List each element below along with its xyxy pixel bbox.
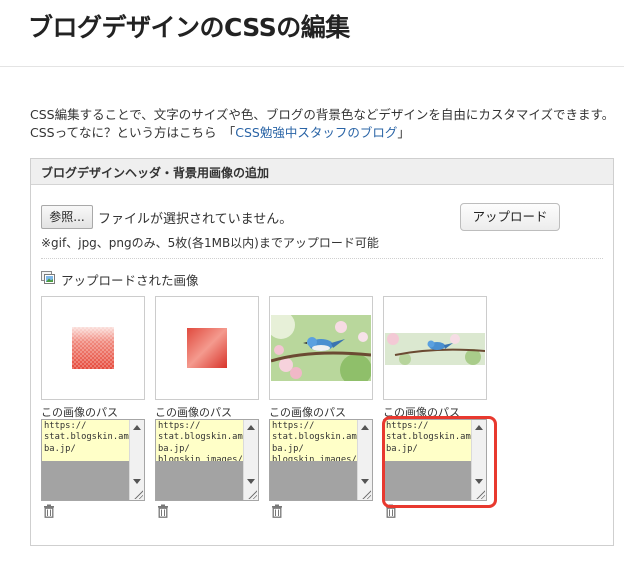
image-path-field-3[interactable]: https:// stat.blogskin.ame ba.jp/ blogsk…	[269, 419, 373, 501]
bird-on-blossom-image	[271, 315, 371, 381]
description-line-1: CSS編集することで、文字のサイズや色、ブログの背景色などデザインを自由にカスタ…	[30, 107, 615, 122]
scroll-down-arrow-icon[interactable]	[247, 479, 255, 484]
bird-wide-banner-image	[385, 333, 485, 365]
image-path-text-1: https:// stat.blogskin.ame ba.jp/	[44, 421, 135, 454]
uploaded-image-4[interactable]	[383, 296, 487, 400]
scroll-down-arrow-icon[interactable]	[133, 479, 141, 484]
scroll-up-arrow-icon[interactable]	[133, 425, 141, 430]
scroll-down-arrow-icon[interactable]	[361, 479, 369, 484]
scrollbar[interactable]	[357, 420, 372, 500]
resize-grip-icon[interactable]	[361, 489, 371, 499]
delete-image-2-trash-icon[interactable]	[157, 504, 169, 518]
redacted-path	[42, 461, 130, 500]
section-divider	[41, 258, 603, 259]
red-checker-image	[72, 327, 114, 369]
delete-image-3-trash-icon[interactable]	[271, 504, 283, 518]
image-path-field-1[interactable]: https:// stat.blogskin.ame ba.jp/	[41, 419, 145, 501]
uploaded-image-3[interactable]	[269, 296, 373, 400]
scrollbar[interactable]	[129, 420, 144, 500]
page-description: CSS編集することで、文字のサイズや色、ブログの背景色などデザインを自由にカスタ…	[30, 106, 614, 142]
uploaded-image-2[interactable]	[155, 296, 259, 400]
redacted-path	[156, 461, 244, 500]
scrollbar[interactable]	[243, 420, 258, 500]
highlight-annotation	[382, 416, 497, 508]
redacted-path	[270, 461, 358, 500]
resize-grip-icon[interactable]	[247, 489, 257, 499]
scroll-up-arrow-icon[interactable]	[247, 425, 255, 430]
upload-button[interactable]: アップロード	[460, 203, 560, 231]
description-prefix: CSSってなに？という方はこちら 「	[30, 125, 236, 140]
resize-grip-icon[interactable]	[133, 489, 143, 499]
uploaded-images-label: アップロードされた画像	[61, 273, 199, 288]
image-gallery-icon	[41, 271, 55, 284]
panel-title: ブログデザインヘッダ・背景用画像の追加	[41, 166, 270, 180]
image-path-label-1: この画像のパス	[41, 406, 118, 419]
red-gradient-image	[187, 328, 227, 368]
upload-note: ※gif、jpg、pngのみ、5枚(各1MB以内)までアップロード可能	[41, 236, 379, 250]
image-path-label-3: この画像のパス	[269, 406, 346, 419]
title-divider	[0, 66, 624, 67]
panel-header: ブログデザインヘッダ・背景用画像の追加	[31, 159, 613, 185]
description-suffix: 」	[397, 125, 410, 140]
description-line-2: CSSってなに？という方はこちら 「CSS勉強中スタッフのブログ」	[30, 124, 614, 142]
scroll-up-arrow-icon[interactable]	[361, 425, 369, 430]
delete-image-1-trash-icon[interactable]	[43, 504, 55, 518]
image-path-label-2: この画像のパス	[155, 406, 232, 419]
uploaded-image-1[interactable]	[41, 296, 145, 400]
css-staff-blog-link[interactable]: CSS勉強中スタッフのブログ	[235, 125, 397, 140]
browse-file-button[interactable]: 参照...	[41, 205, 93, 229]
page-title: ブログデザインのCSSの編集	[28, 13, 350, 42]
image-path-field-2[interactable]: https:// stat.blogskin.ame ba.jp/ blogsk…	[155, 419, 259, 501]
image-upload-panel: ブログデザインヘッダ・背景用画像の追加 参照... ファイルが選択されていません…	[30, 158, 614, 546]
file-status-text: ファイルが選択されていません。	[98, 212, 293, 227]
